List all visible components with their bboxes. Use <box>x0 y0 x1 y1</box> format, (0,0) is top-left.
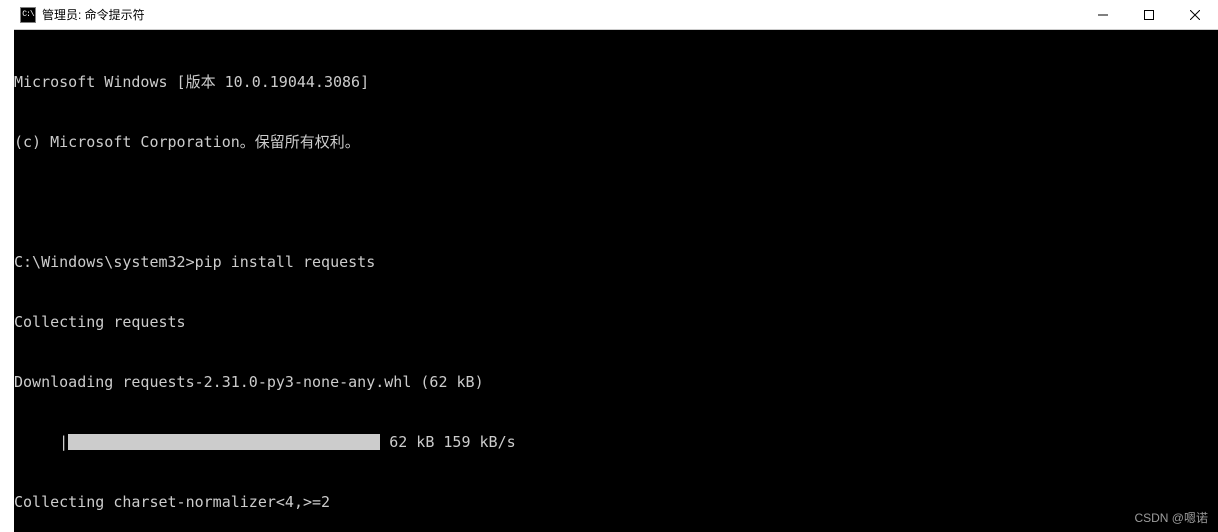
watermark: CSDN @嗯诺 <box>1134 509 1208 526</box>
copyright: (c) Microsoft Corporation。保留所有权利。 <box>14 132 1214 152</box>
editor-gutter <box>0 0 14 532</box>
window-controls <box>1080 0 1218 29</box>
cmd-icon: C:\ <box>20 7 36 23</box>
minimize-button[interactable] <box>1080 0 1126 29</box>
progress-row: | 62 kB 159 kB/s <box>14 432 1214 452</box>
collecting-line: Collecting charset-normalizer<4,>=2 <box>14 492 1214 512</box>
maximize-button[interactable] <box>1126 0 1172 29</box>
close-button[interactable] <box>1172 0 1218 29</box>
downloading-line: Downloading requests-2.31.0-py3-none-any… <box>14 372 1214 392</box>
progress-bar-icon <box>68 434 380 450</box>
titlebar[interactable]: C:\ 管理员: 命令提示符 <box>14 0 1218 30</box>
os-header: Microsoft Windows [版本 10.0.19044.3086] <box>14 72 1214 92</box>
terminal-output[interactable]: Microsoft Windows [版本 10.0.19044.3086] (… <box>14 30 1218 532</box>
prompt-line: C:\Windows\system32>pip install requests <box>14 252 1214 272</box>
collecting-line: Collecting requests <box>14 312 1214 332</box>
cmd-window: C:\ 管理员: 命令提示符 Microsoft Windows [版本 10.… <box>14 0 1218 532</box>
window-title: 管理员: 命令提示符 <box>42 6 1080 23</box>
